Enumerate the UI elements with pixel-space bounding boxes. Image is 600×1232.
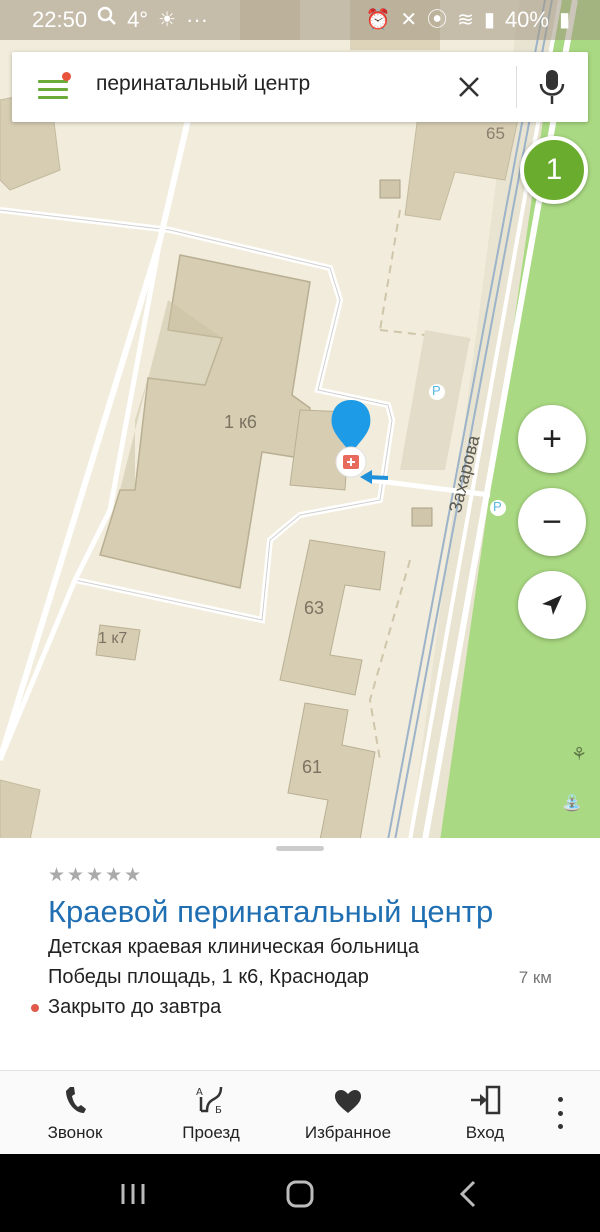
parking-label: P: [493, 499, 502, 514]
map-view[interactable]: ⚘ ⛲ 65 1 к6 1 к7 63 61 Захарова P P: [0, 0, 600, 840]
plus-icon: +: [542, 420, 562, 458]
parking-label: P: [432, 383, 441, 398]
microphone-icon[interactable]: [534, 66, 570, 108]
call-button[interactable]: Звонок: [30, 1071, 120, 1155]
zoom-in-button[interactable]: +: [518, 405, 586, 473]
mute-icon: ✕: [400, 9, 418, 31]
status-more: ···: [186, 7, 209, 32]
system-navigation-bar: [0, 1154, 600, 1232]
sheet-handle[interactable]: [276, 846, 324, 851]
back-icon[interactable]: [456, 1178, 480, 1210]
phone-icon: [62, 1071, 88, 1115]
wifi-icon: ≋: [457, 9, 474, 31]
navigation-arrow-icon: [542, 595, 562, 615]
place-category: Детская краевая клиническая больница: [48, 936, 419, 958]
signal-icon: ▮: [483, 9, 495, 31]
alarm-icon: ⏰: [365, 9, 391, 31]
status-time: 22:50: [32, 7, 88, 32]
search-icon: [97, 6, 117, 34]
action-bar: Звонок АБ Проезд Избранное Вход: [0, 1070, 600, 1154]
search-divider: [516, 66, 517, 108]
entrance-label: Вход: [465, 1123, 505, 1142]
place-distance: 7 км: [518, 968, 552, 987]
minus-icon: −: [542, 503, 562, 541]
label-building-k7: 1 к7: [98, 630, 128, 647]
favorite-label: Избранное: [304, 1123, 392, 1142]
svg-text:⚘: ⚘: [571, 744, 587, 765]
map-canvas: ⚘ ⛲: [0, 0, 600, 840]
place-title[interactable]: Краевой перинатальный центр: [48, 894, 493, 930]
label-building-main: 1 к6: [224, 412, 257, 432]
svg-text:⛲: ⛲: [562, 793, 582, 812]
location-icon: ⦿: [427, 9, 448, 31]
recents-icon[interactable]: [118, 1180, 148, 1208]
entrance-button[interactable]: Вход: [440, 1071, 530, 1155]
place-address: Победы площадь, 1 к6, Краснодар: [48, 966, 369, 988]
home-icon[interactable]: [284, 1178, 316, 1210]
entrance-icon: [469, 1071, 501, 1115]
svg-text:Б: Б: [215, 1105, 222, 1115]
rating-stars: ★★★★★: [48, 865, 144, 886]
search-bar: перинатальный центр: [12, 52, 588, 122]
route-label: Проезд: [182, 1123, 240, 1142]
label-house-61: 61: [302, 757, 323, 777]
status-temperature: 4°: [127, 7, 149, 32]
route-icon: АБ: [195, 1071, 227, 1115]
zoom-out-button[interactable]: −: [518, 488, 586, 556]
search-input[interactable]: перинатальный центр: [96, 72, 310, 96]
place-status: Закрыто до завтра: [48, 996, 222, 1018]
status-bar: 22:50 4° ☀ ··· ⏰ ✕ ⦿ ≋ ▮ 40% ▮: [0, 0, 600, 40]
my-location-button[interactable]: [518, 571, 586, 639]
route-button[interactable]: АБ Проезд: [166, 1071, 256, 1155]
close-icon[interactable]: [452, 70, 486, 104]
result-count-badge[interactable]: 1: [520, 136, 588, 204]
battery-icon: ▮: [558, 9, 570, 31]
notification-dot: [62, 72, 71, 81]
closed-status-dot: [31, 1004, 39, 1012]
heart-icon: [334, 1071, 362, 1115]
svg-text:А: А: [196, 1087, 203, 1098]
status-battery: 40%: [504, 7, 549, 32]
hamburger-menu-icon[interactable]: [34, 70, 74, 104]
place-card[interactable]: ★★★★★ Краевой перинатальный центр Детска…: [0, 838, 600, 1070]
label-house-63: 63: [304, 598, 325, 618]
more-options-icon[interactable]: [548, 1097, 572, 1129]
call-label: Звонок: [47, 1123, 103, 1142]
favorite-button[interactable]: Избранное: [298, 1071, 398, 1155]
label-house-65: 65: [486, 124, 505, 143]
weather-icon: ☀: [158, 9, 177, 31]
